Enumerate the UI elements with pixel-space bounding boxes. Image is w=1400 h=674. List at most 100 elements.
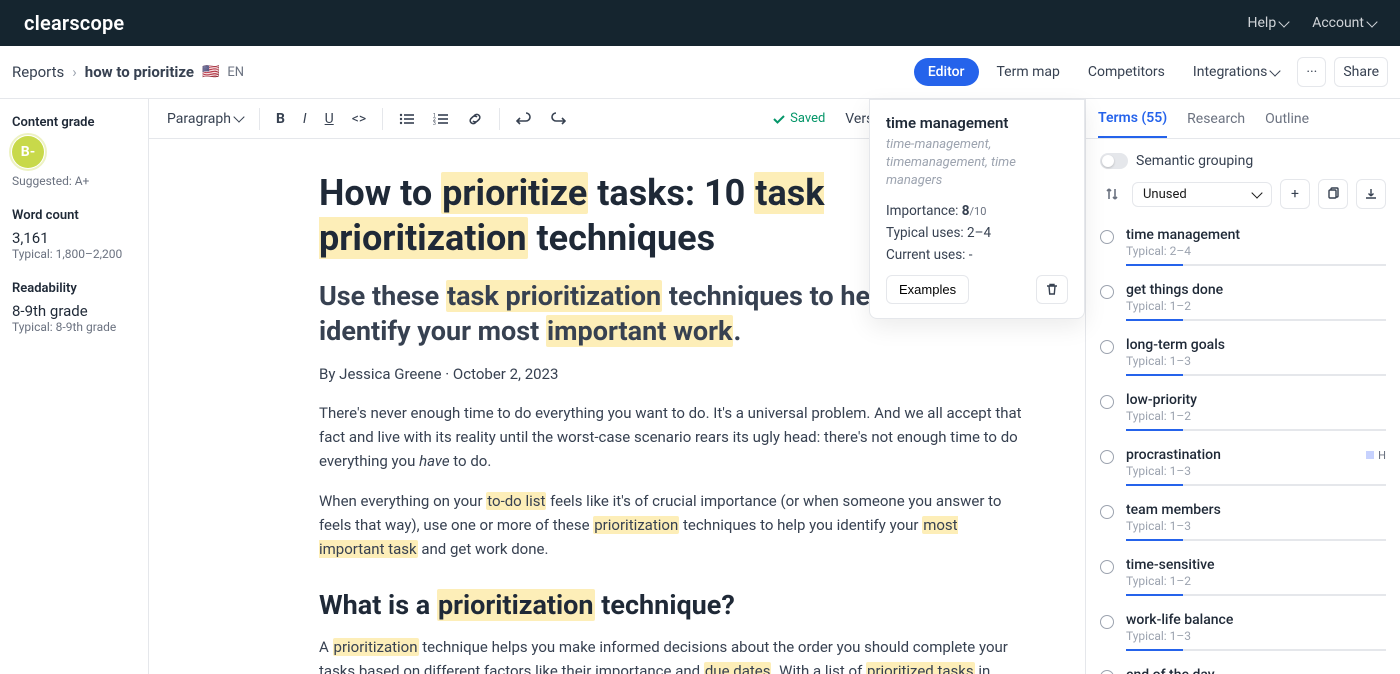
tab-editor[interactable]: Editor (914, 58, 979, 86)
term-status-icon (1100, 340, 1114, 354)
semantic-grouping-toggle[interactable] (1100, 153, 1128, 169)
term-progress (1126, 319, 1386, 321)
term-name: time management (1126, 227, 1240, 243)
term-status-icon (1100, 615, 1114, 629)
italic-button[interactable]: I (295, 105, 315, 133)
breadcrumb-title: how to prioritize (85, 63, 194, 81)
tab-integrations[interactable]: Integrations (1183, 58, 1289, 86)
divider (499, 108, 500, 130)
term-typical: Typical: 1–3 (1126, 629, 1386, 643)
chevron-down-icon (1366, 16, 1377, 27)
more-button[interactable]: ··· (1297, 57, 1326, 87)
popover-title: time management (886, 114, 1068, 132)
semantic-grouping-label: Semantic grouping (1136, 153, 1253, 169)
code-button[interactable]: <> (344, 105, 374, 133)
tab-termmap[interactable]: Term map (987, 58, 1070, 86)
term-row[interactable]: procrastinationHTypical: 1–3 (1086, 439, 1400, 494)
examples-button[interactable]: Examples (886, 275, 969, 304)
chevron-down-icon (1251, 187, 1262, 198)
term-typical: Typical: 1–3 (1126, 354, 1386, 368)
breadcrumb: Reports › how to prioritize 🇺🇸 EN (12, 63, 244, 81)
term-popover: time management time-management, timeman… (869, 99, 1085, 319)
term-row[interactable]: work-life balanceTypical: 1–3 (1086, 604, 1400, 659)
term-progress (1126, 374, 1386, 376)
delete-term-button[interactable] (1036, 275, 1068, 304)
download-button[interactable] (1356, 179, 1386, 209)
term-progress (1126, 484, 1386, 486)
term-progress (1126, 594, 1386, 596)
doc-paragraph: When everything on your to-do list feels… (319, 489, 1025, 561)
term-row[interactable]: time-sensitiveTypical: 1–2 (1086, 549, 1400, 604)
filter-select[interactable]: Unused (1132, 182, 1272, 207)
tab-outline[interactable]: Outline (1265, 101, 1309, 137)
undo-button[interactable] (508, 106, 540, 132)
popover-typical: Typical uses: 2–4 (886, 225, 1068, 241)
popover-current: Current uses: - (886, 247, 1068, 263)
term-typical: Typical: 1–2 (1126, 409, 1386, 423)
term-status-icon (1100, 230, 1114, 244)
chevron-down-icon (1279, 16, 1290, 27)
tab-terms[interactable]: Terms (55) (1098, 100, 1167, 138)
editor-column: Paragraph B I U <> 123 Saved Version his… (148, 99, 1086, 674)
term-name: team members (1126, 502, 1221, 518)
readability-value: 8-9th grade (12, 302, 136, 320)
divider (382, 108, 383, 130)
terms-panel: Terms (55) Research Outline Semantic gro… (1086, 99, 1400, 674)
term-name: procrastination (1126, 447, 1221, 463)
add-term-button[interactable]: + (1280, 179, 1310, 209)
tab-research[interactable]: Research (1187, 101, 1245, 137)
doc-paragraph: There's never enough time to do everythi… (319, 401, 1025, 473)
metrics-sidebar: Content grade B- Suggested: A+ Word coun… (0, 99, 148, 674)
block-style-select[interactable]: Paragraph (159, 105, 251, 133)
term-row[interactable]: team membersTypical: 1–3 (1086, 494, 1400, 549)
chevron-right-icon: › (72, 63, 77, 81)
wordcount-value: 3,161 (12, 229, 136, 247)
numbered-list-button[interactable]: 123 (425, 106, 457, 132)
dots-icon: ··· (1306, 64, 1317, 80)
term-row[interactable]: time managementTypical: 2–4 (1086, 219, 1400, 274)
bullet-list-button[interactable] (391, 106, 423, 132)
term-progress (1126, 264, 1386, 266)
term-typical: Typical: 1–3 (1126, 519, 1386, 533)
language-code: EN (227, 65, 244, 80)
help-menu[interactable]: Help (1248, 15, 1289, 31)
share-button[interactable]: Share (1334, 57, 1388, 87)
chevron-down-icon (1270, 65, 1281, 76)
logo: clearscope (24, 11, 124, 35)
sort-button[interactable] (1100, 180, 1124, 208)
term-status-icon (1100, 450, 1114, 464)
grade-badge: B- (12, 136, 44, 168)
flag-icon: 🇺🇸 (202, 64, 219, 80)
copy-button[interactable] (1318, 179, 1348, 209)
term-status-icon (1100, 670, 1114, 674)
term-name: work-life balance (1126, 612, 1233, 628)
term-name: long-term goals (1126, 337, 1225, 353)
term-name: get things done (1126, 282, 1223, 298)
bold-button[interactable]: B (268, 105, 293, 133)
account-menu[interactable]: Account (1312, 15, 1376, 31)
doc-h2: What is a prioritization technique? (319, 589, 1025, 621)
svg-text:3: 3 (433, 121, 436, 126)
term-row[interactable]: get things doneTypical: 1–2 (1086, 274, 1400, 329)
term-row[interactable]: low-priorityTypical: 1–2 (1086, 384, 1400, 439)
link-button[interactable] (459, 105, 491, 133)
term-status-icon (1100, 505, 1114, 519)
popover-variants: time-management, timemanagement, time ma… (886, 136, 1068, 191)
term-row[interactable]: long-term goalsTypical: 1–3 (1086, 329, 1400, 384)
redo-button[interactable] (542, 106, 574, 132)
wordcount-typical: Typical: 1,800–2,200 (12, 247, 136, 261)
readability-label: Readability (12, 281, 136, 296)
tab-competitors[interactable]: Competitors (1078, 58, 1175, 86)
app-topbar: clearscope Help Account (0, 0, 1400, 46)
readability-typical: Typical: 8-9th grade (12, 320, 136, 334)
term-typical: Typical: 1–3 (1126, 464, 1386, 478)
term-typical: Typical: 2–4 (1126, 244, 1386, 258)
term-row[interactable]: end of the dayTypical: 1–2 (1086, 659, 1400, 674)
divider (259, 108, 260, 130)
term-progress (1126, 649, 1386, 651)
term-status-icon (1100, 395, 1114, 409)
term-progress (1126, 539, 1386, 541)
term-name: low-priority (1126, 392, 1197, 408)
underline-button[interactable]: U (317, 105, 342, 133)
breadcrumb-root[interactable]: Reports (12, 63, 64, 81)
